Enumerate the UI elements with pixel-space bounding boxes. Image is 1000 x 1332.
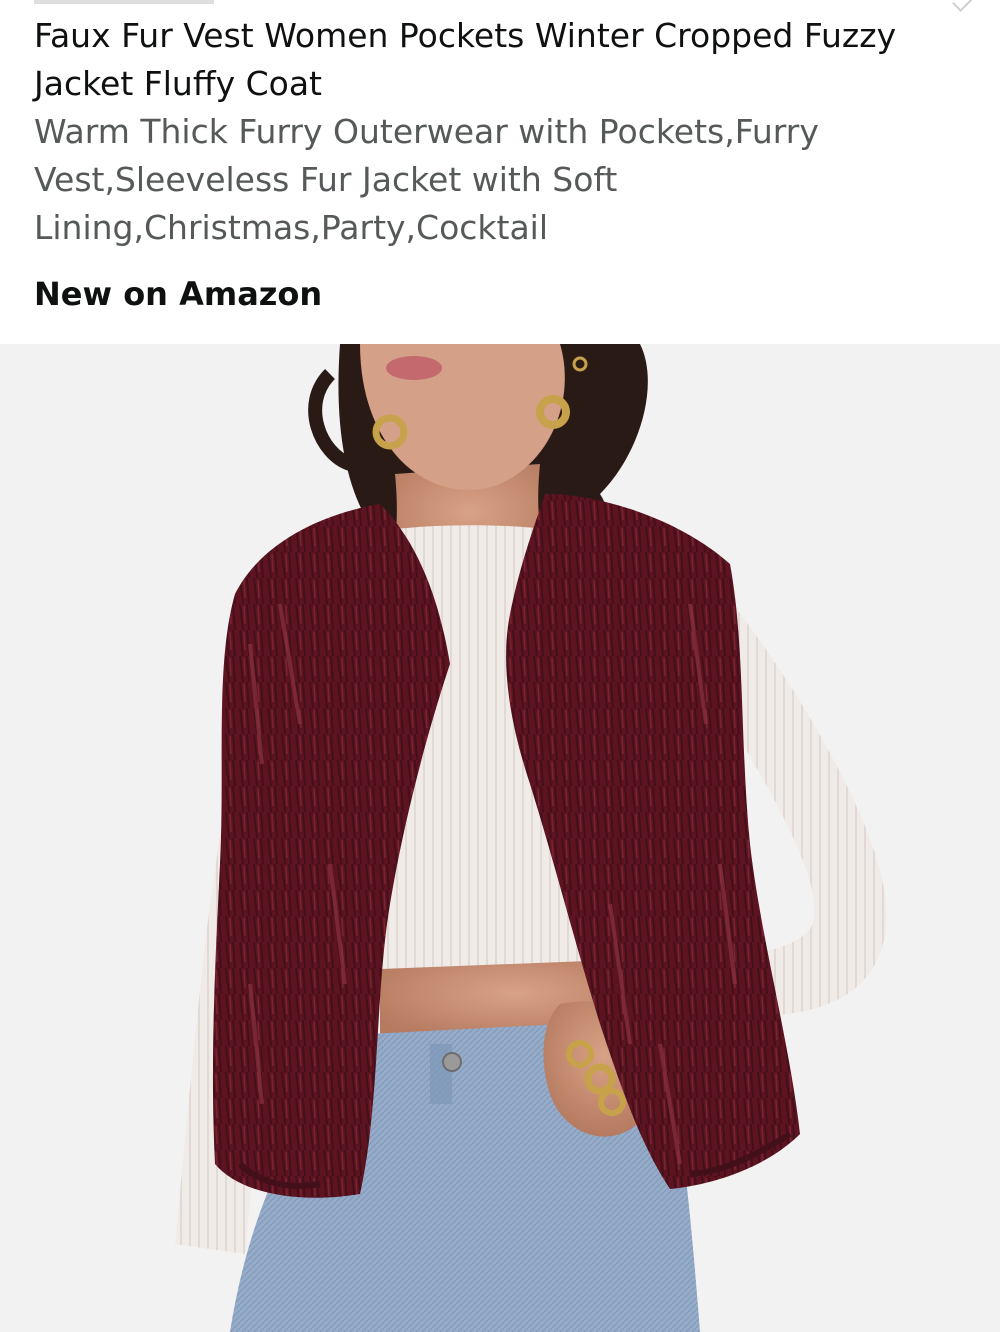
product-photo-illustration bbox=[175, 344, 887, 1332]
product-image[interactable] bbox=[0, 344, 1000, 1332]
chevron-icon bbox=[952, 0, 972, 12]
previous-row-remnant bbox=[34, 0, 334, 4]
product-title[interactable]: Faux Fur Vest Women Pockets Winter Cropp… bbox=[34, 12, 964, 108]
product-page: Faux Fur Vest Women Pockets Winter Cropp… bbox=[0, 0, 1000, 1332]
product-info: Faux Fur Vest Women Pockets Winter Cropp… bbox=[34, 12, 964, 314]
new-on-amazon-badge: New on Amazon bbox=[34, 275, 323, 313]
product-subtitle: Warm Thick Furry Outerwear with Pockets,… bbox=[34, 112, 819, 247]
